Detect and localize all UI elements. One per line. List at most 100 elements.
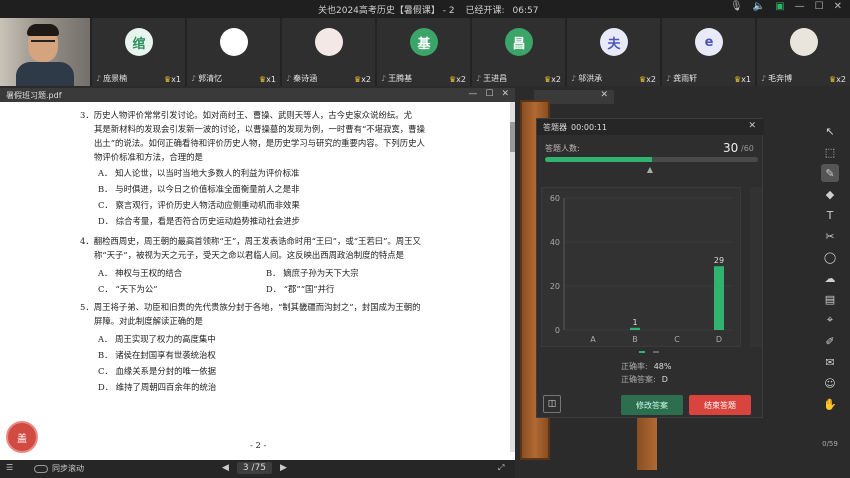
student-tiles: 绾 ♪ 庞景楠 ♛x1 ♪ 郭清忆 ♛x1 ♪ 秦诗涵 ♛x2 基 ♪ 王腾基 ♛x2 昌 ♪ 王进昌 ♛x2 夫 ♪… bbox=[92, 18, 850, 86]
close-icon[interactable]: ✕ bbox=[834, 1, 842, 12]
participant-tile[interactable]: ♪ 秦诗涵 ♛x2 bbox=[282, 18, 375, 86]
prev-page-icon[interactable]: ◀ bbox=[222, 463, 229, 473]
participant-name: 秦诗涵 bbox=[293, 74, 318, 83]
participant-tile[interactable]: 夫 ♪ 邬洪承 ♛x2 bbox=[567, 18, 660, 86]
pdf-text-line: 屏障。对此制度解读正确的是 bbox=[94, 316, 203, 326]
participant-name: 王进昌 bbox=[483, 74, 508, 83]
mic-icon[interactable]: 🎙 bbox=[730, 1, 743, 12]
mic-icon: ♪ bbox=[476, 74, 482, 83]
participant-name-row: ♪ 秦诗涵 bbox=[286, 73, 317, 84]
speaker-icon[interactable]: 🔈 bbox=[753, 1, 765, 12]
pdf-text-line: 3．历史人物评价常常引发讨论。如对商纣王、曹操、武则天等人，古今史家众说纷纭。尤 bbox=[80, 110, 412, 120]
participant-name: 庞景楠 bbox=[103, 74, 128, 83]
chat-icon[interactable]: ✉ bbox=[821, 353, 839, 371]
avatar bbox=[220, 28, 248, 56]
layers-icon[interactable]: ▤ bbox=[821, 290, 839, 308]
participant-name-row: ♪ 庞景楠 bbox=[96, 73, 127, 84]
participant-tile[interactable]: 绾 ♪ 庞景楠 ♛x1 bbox=[92, 18, 185, 86]
class-title: 关也2024高考历史【暑假课】 - 2 bbox=[318, 6, 455, 16]
mic-icon: ♪ bbox=[666, 74, 672, 83]
scroll-thumb[interactable] bbox=[510, 122, 515, 152]
participant-tile[interactable]: ♪ 郭清忆 ♛x1 bbox=[187, 18, 280, 86]
cloud-icon[interactable]: ☁ bbox=[821, 269, 839, 287]
quiz-close-icon[interactable]: ✕ bbox=[748, 121, 756, 131]
pdf-maximize-icon[interactable]: ☐ bbox=[485, 89, 493, 99]
avatar: 昌 bbox=[505, 28, 533, 56]
pdf-text-line: 称“天子”，被视为天之元子，受天之命以君临人间。这反映出西周政治制度的特点是 bbox=[94, 250, 405, 260]
trophy-value: x2 bbox=[646, 75, 656, 84]
collapse-icon[interactable]: ▲ bbox=[635, 165, 665, 175]
select-icon[interactable]: ⬚ bbox=[821, 143, 839, 161]
text-icon[interactable]: T bbox=[821, 206, 839, 224]
pdf-minimize-icon[interactable]: — bbox=[468, 89, 477, 99]
pdf-text-line: B． 嫡庶子孙为天下大宗 bbox=[266, 268, 359, 278]
ruler-icon[interactable]: ⌖ bbox=[821, 311, 839, 329]
mic-icon: ♪ bbox=[381, 74, 387, 83]
pdf-text-line: 其是新材料的发现会引发新一波的讨论，以曹操墓的发现为例，一时曹有“不堪寂寞，曹操 bbox=[94, 124, 425, 134]
participant-name: 毛奔博 bbox=[768, 74, 793, 83]
scissors-icon[interactable]: ✂ bbox=[821, 227, 839, 245]
minimize-icon[interactable]: — bbox=[795, 1, 805, 12]
accuracy-value: 48% bbox=[653, 362, 672, 371]
chart-side-panel bbox=[750, 187, 762, 347]
mic-icon: ♪ bbox=[96, 74, 102, 83]
participant-tile[interactable]: 基 ♪ 王腾基 ♛x2 bbox=[377, 18, 470, 86]
tool-bar: 0/59 ↖ ⬚ ✎ ◆ T ✂ ◯ ☁ ▤ ⌖ ✐ ✉ ☺ ✋ bbox=[815, 118, 845, 458]
teacher-video[interactable] bbox=[0, 18, 90, 86]
pen-icon[interactable]: ✎ bbox=[821, 164, 839, 182]
mic-icon: ♪ bbox=[191, 74, 197, 83]
sync-scroll[interactable]: 同步滚动 bbox=[34, 463, 84, 474]
sync-toggle[interactable] bbox=[34, 464, 48, 473]
screen-icon[interactable]: ▣ bbox=[775, 1, 784, 12]
pdf-scrollbar[interactable] bbox=[510, 102, 515, 452]
progress-fill bbox=[545, 157, 652, 162]
pdf-titlebar: 暑假班习题.pdf — ☐ ✕ bbox=[0, 88, 515, 102]
mic-icon: ♪ bbox=[761, 74, 767, 83]
pager: ◀ 3 /75 ▶ bbox=[222, 462, 287, 474]
correct-stat: 正确答案: D bbox=[621, 374, 668, 385]
page-dot[interactable] bbox=[653, 351, 659, 353]
trophy-count: ♛x2 bbox=[354, 75, 371, 84]
page-number: - 2 - bbox=[250, 440, 267, 450]
quiz-header: 答题器 00:00:11 ✕ bbox=[537, 119, 764, 135]
stamp-button[interactable]: 盖 bbox=[6, 421, 38, 453]
end-quiz-button[interactable]: 结束答题 bbox=[689, 395, 751, 415]
elapsed-label: 已经开课: bbox=[465, 6, 505, 16]
participant-name: 王腾基 bbox=[388, 74, 413, 83]
x-tick-label: B bbox=[632, 335, 638, 344]
participant-tile[interactable]: e ♪ 龚雨轩 ♛x1 bbox=[662, 18, 755, 86]
participant-strip: 绾 ♪ 庞景楠 ♛x1 ♪ 郭清忆 ♛x1 ♪ 秦诗涵 ♛x2 基 ♪ 王腾基 ♛x2 昌 ♪ 王进昌 ♛x2 夫 ♪… bbox=[0, 18, 850, 86]
cursor-icon[interactable]: ↖ bbox=[821, 122, 839, 140]
pdf-text-line: C． 察言观行，评价历史人物活动应侧重动机而非效果 bbox=[98, 200, 300, 210]
modify-answer-button[interactable]: 修改答案 bbox=[621, 395, 683, 415]
chart-pager[interactable] bbox=[639, 351, 659, 355]
pdf-footer: ☰ 同步滚动 ◀ 3 /75 ▶ ⤢ bbox=[0, 460, 515, 478]
trophy-count: ♛x1 bbox=[259, 75, 276, 84]
page-indicator[interactable]: 3 /75 bbox=[236, 462, 273, 474]
trophy-count: ♛x2 bbox=[639, 75, 656, 84]
pdf-text-line: 4．翻检西周史，周王朝的最高首领称“王”，周王发表诰命时用“王曰”，或“王若曰”… bbox=[80, 236, 421, 246]
shape-icon[interactable]: ◯ bbox=[821, 248, 839, 266]
pdf-close-icon[interactable]: ✕ bbox=[501, 89, 509, 99]
pdf-text-line: 物评价标准和方法，合理的是 bbox=[94, 152, 203, 162]
help-icon[interactable]: ◫ bbox=[543, 395, 561, 413]
trophy-value: x2 bbox=[551, 75, 561, 84]
pdf-text-line: A． 知人论世，以当时当地大多数人的利益为评价标准 bbox=[98, 168, 300, 178]
users-icon[interactable]: ☺ bbox=[821, 374, 839, 392]
pdf-text-line: D． “郡”“国”并行 bbox=[266, 284, 335, 294]
whiteboard-close-icon[interactable]: ✕ bbox=[600, 90, 608, 100]
next-page-icon[interactable]: ▶ bbox=[280, 463, 287, 473]
eraser-icon[interactable]: ◆ bbox=[821, 185, 839, 203]
maximize-icon[interactable]: ☐ bbox=[815, 1, 824, 12]
answered-count: 30 bbox=[723, 141, 739, 155]
participant-tile[interactable]: ♪ 毛奔博 ♛x2 bbox=[757, 18, 850, 86]
list-icon[interactable]: ☰ bbox=[6, 463, 13, 472]
page-dot[interactable] bbox=[639, 351, 645, 353]
hand-icon[interactable]: ✋ bbox=[821, 395, 839, 413]
expand-icon[interactable]: ⤢ bbox=[498, 463, 504, 473]
window-title: 关也2024高考历史【暑假课】 - 2 已经开课: 06:57 bbox=[318, 3, 546, 16]
trophy-value: x1 bbox=[171, 75, 181, 84]
participant-tile[interactable]: 昌 ♪ 王进昌 ♛x2 bbox=[472, 18, 565, 86]
edit-icon[interactable]: ✐ bbox=[821, 332, 839, 350]
pdf-text-line: A． 周王实现了权力的高度集中 bbox=[98, 334, 216, 344]
